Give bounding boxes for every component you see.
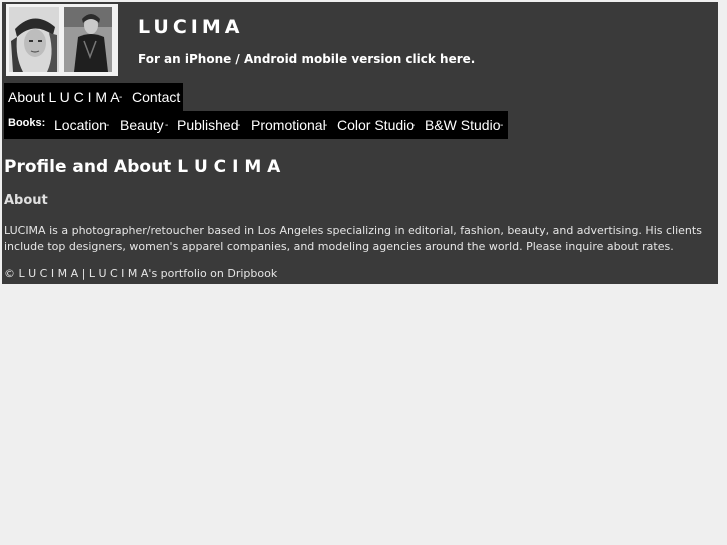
nav-book-bw-studio[interactable]: B&W Studio bbox=[425, 117, 500, 133]
nav-separator: - bbox=[412, 120, 416, 131]
nav-book-published[interactable]: Published bbox=[177, 117, 239, 133]
mobile-version-link[interactable]: For an iPhone / Android mobile version c… bbox=[138, 52, 475, 66]
nav-book-promotional[interactable]: Promotional bbox=[251, 117, 326, 133]
main-nav-bar: About L U C I M A - Contact bbox=[4, 83, 183, 111]
nav-separator: - bbox=[237, 120, 241, 131]
books-label: Books: bbox=[8, 117, 46, 129]
logo-thumbnails[interactable] bbox=[6, 4, 118, 76]
content-panel: LUCIMA For an iPhone / Android mobile ve… bbox=[2, 2, 718, 284]
mobile-version-link-line: For an iPhone / Android mobile version c… bbox=[138, 52, 475, 66]
books-nav-bar: Books: Location - Beauty - Published - P… bbox=[4, 111, 508, 139]
footer: © L U C I M A | L U C I M A's portfolio … bbox=[4, 267, 277, 280]
nav-book-location[interactable]: Location bbox=[54, 117, 107, 133]
nav-separator: - bbox=[165, 120, 169, 131]
about-paragraph: LUCIMA is a photographer/retoucher based… bbox=[4, 224, 702, 253]
nav-separator: - bbox=[106, 120, 110, 131]
portrait-photo-1[interactable] bbox=[9, 7, 59, 72]
portfolio-link[interactable]: L U C I M A's portfolio on Dripbook bbox=[89, 267, 277, 280]
nav-book-color-studio[interactable]: Color Studio bbox=[337, 117, 414, 133]
nav-book-beauty[interactable]: Beauty bbox=[120, 117, 164, 133]
about-heading: About bbox=[4, 193, 48, 208]
site-title: LUCIMA bbox=[138, 16, 244, 38]
page-title: Profile and About L U C I M A bbox=[4, 157, 281, 177]
portrait-photo-2[interactable] bbox=[64, 7, 112, 72]
nav-separator: - bbox=[500, 120, 504, 131]
nav-separator: - bbox=[119, 92, 123, 103]
nav-contact[interactable]: Contact bbox=[132, 89, 180, 105]
nav-about[interactable]: About L U C I M A bbox=[8, 89, 120, 105]
footer-divider: | bbox=[81, 267, 86, 280]
copyright-text: © L U C I M A bbox=[4, 267, 79, 280]
nav-separator: - bbox=[324, 120, 328, 131]
